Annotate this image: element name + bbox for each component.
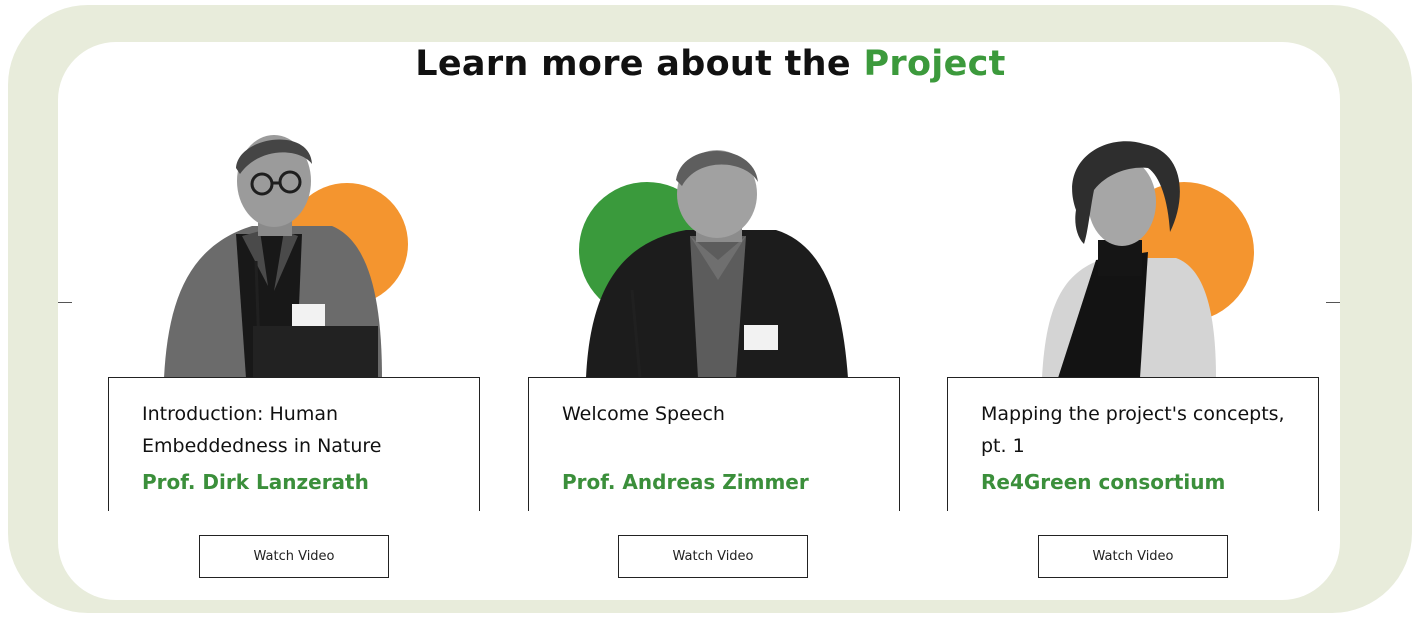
- divider-right: [1326, 302, 1340, 303]
- speaker-portrait-consortium[interactable]: [1036, 140, 1258, 378]
- video-card: Introduction: Human Embeddedness in Natu…: [108, 377, 480, 511]
- video-author: Re4Green consortium: [981, 470, 1226, 494]
- video-card: Mapping the project's concepts, pt. 1 Re…: [947, 377, 1319, 511]
- video-card: Welcome Speech Prof. Andreas Zimmer: [528, 377, 900, 511]
- divider-left: [58, 302, 72, 303]
- video-title: Mapping the project's concepts, pt. 1: [981, 403, 1285, 457]
- watch-video-button[interactable]: Watch Video: [618, 535, 808, 578]
- video-title: Introduction: Human Embeddedness in Natu…: [142, 403, 382, 457]
- watch-video-button[interactable]: Watch Video: [1038, 535, 1228, 578]
- heading-text: Learn more about the: [415, 44, 851, 84]
- video-author: Prof. Andreas Zimmer: [562, 470, 809, 494]
- section-heading: Learn more about the Project: [0, 44, 1421, 84]
- video-author: Prof. Dirk Lanzerath: [142, 470, 369, 494]
- speaker-portrait-lanzerath[interactable]: [160, 126, 420, 378]
- speaker-portrait-zimmer[interactable]: [578, 140, 858, 378]
- video-title: Welcome Speech: [562, 403, 725, 425]
- watch-video-button[interactable]: Watch Video: [199, 535, 389, 578]
- heading-accent: Project: [863, 44, 1006, 84]
